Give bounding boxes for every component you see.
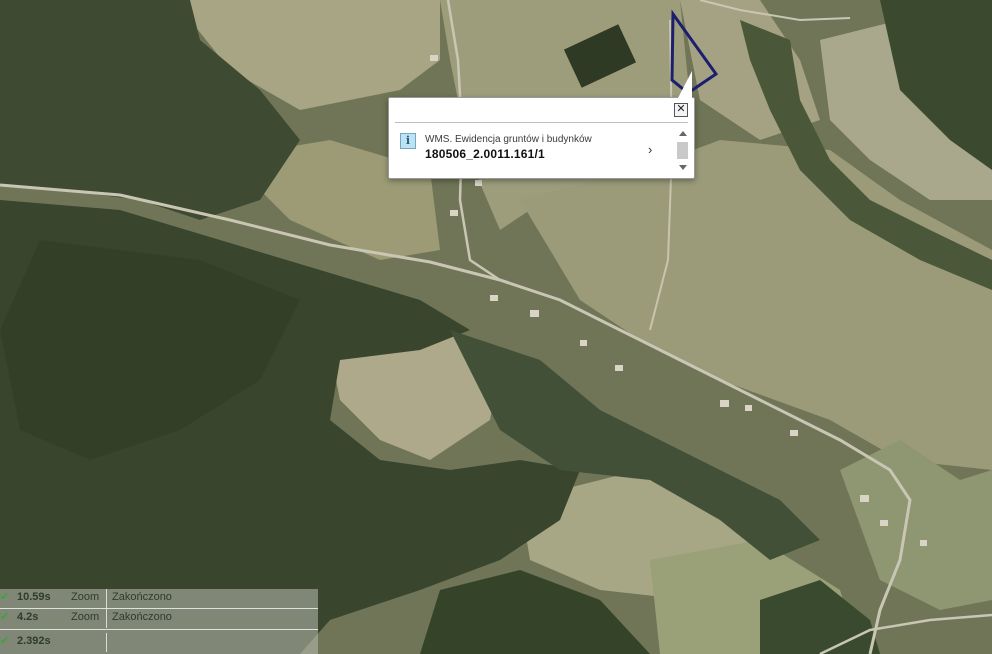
layer-name: WMS. Ewidencja gruntów i budynków	[425, 134, 592, 145]
info-icon: i	[400, 133, 416, 149]
log-row: ✔ 2.392s	[0, 633, 318, 652]
log-status: Zakończono	[112, 611, 172, 623]
check-icon: ✔	[0, 591, 10, 603]
column-divider	[106, 589, 107, 608]
scroll-down-arrow-icon[interactable]	[679, 165, 687, 170]
column-divider	[106, 633, 107, 652]
scroll-thumb[interactable]	[677, 142, 688, 159]
log-time: 2.392s	[17, 635, 51, 647]
log-row: ✔ 4.2s Zoom Zakończono	[0, 609, 318, 628]
popup-pointer	[678, 71, 692, 98]
log-row: ✔ 10.59s Zoom Zakończono	[0, 589, 318, 608]
request-log-panel: ✔ 10.59s Zoom Zakończono ✔ 4.2s Zoom Zak…	[0, 589, 318, 654]
popup-scrollbar[interactable]	[676, 128, 688, 172]
scroll-up-arrow-icon[interactable]	[679, 131, 687, 136]
log-status: Zakończono	[112, 591, 172, 603]
popup-header	[395, 98, 688, 123]
parcel-id[interactable]: 180506_2.0011.161/1	[425, 147, 545, 161]
log-time: 10.59s	[17, 591, 51, 603]
log-action: Zoom	[71, 611, 100, 623]
log-action: Zoom	[71, 591, 100, 603]
row-divider	[0, 629, 318, 630]
log-time: 4.2s	[17, 611, 39, 623]
feature-info-popup: ✕ i WMS. Ewidencja gruntów i budynków 18…	[388, 71, 695, 179]
check-icon: ✔	[0, 635, 10, 647]
chevron-right-icon[interactable]: ›	[648, 142, 652, 157]
check-icon: ✔	[0, 611, 10, 623]
close-icon[interactable]: ✕	[674, 103, 688, 117]
column-divider	[106, 609, 107, 628]
